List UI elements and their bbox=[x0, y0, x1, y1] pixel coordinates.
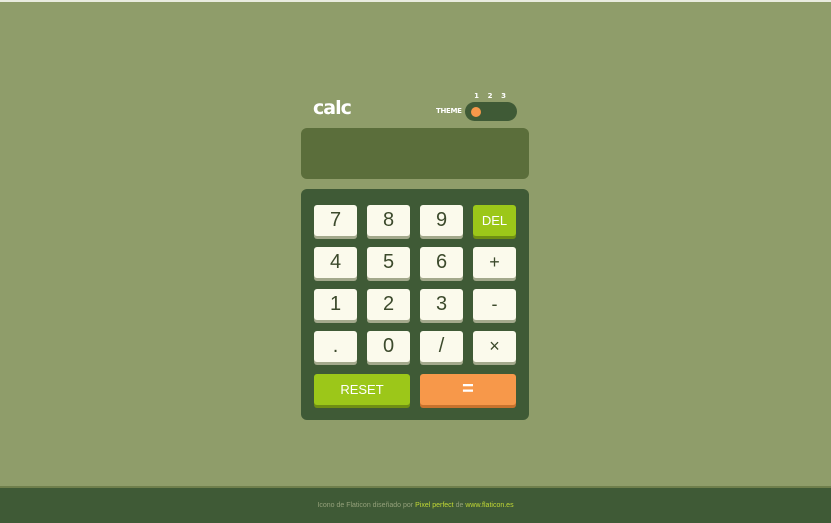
theme-option-3[interactable]: 3 bbox=[497, 92, 510, 102]
app-title: calc bbox=[313, 97, 352, 119]
equals-button[interactable]: = bbox=[420, 374, 516, 405]
key-8[interactable]: 8 bbox=[367, 205, 410, 236]
multiply-button[interactable]: × bbox=[473, 331, 516, 362]
delete-button[interactable]: DEL bbox=[473, 205, 516, 236]
decimal-button[interactable]: . bbox=[314, 331, 357, 362]
top-border bbox=[0, 0, 831, 2]
key-2[interactable]: 2 bbox=[367, 289, 410, 320]
key-3[interactable]: 3 bbox=[420, 289, 463, 320]
calculator: calc THEME 1 2 3 7 8 9 DEL 4 5 6 + 1 2 3… bbox=[301, 92, 529, 420]
theme-toggle[interactable] bbox=[465, 102, 517, 121]
key-4[interactable]: 4 bbox=[314, 247, 357, 278]
reset-button[interactable]: RESET bbox=[314, 374, 410, 405]
theme-option-2[interactable]: 2 bbox=[484, 92, 497, 102]
theme-label: THEME bbox=[436, 107, 462, 115]
footer-credit-connector: de bbox=[455, 502, 464, 509]
theme-toggle-knob[interactable] bbox=[471, 107, 481, 117]
divide-button[interactable]: / bbox=[420, 331, 463, 362]
key-7[interactable]: 7 bbox=[314, 205, 357, 236]
display-screen bbox=[301, 128, 529, 179]
theme-option-1[interactable]: 1 bbox=[470, 92, 483, 102]
key-9[interactable]: 9 bbox=[420, 205, 463, 236]
footer-author-link[interactable]: Pixel perfect bbox=[415, 502, 454, 509]
footer: Icono de Flaticon diseñado por Pixel per… bbox=[0, 486, 831, 523]
key-0[interactable]: 0 bbox=[367, 331, 410, 362]
key-1[interactable]: 1 bbox=[314, 289, 357, 320]
calculator-header: calc THEME 1 2 3 bbox=[301, 92, 529, 128]
keypad: 7 8 9 DEL 4 5 6 + 1 2 3 - . 0 / × RESET … bbox=[301, 189, 529, 420]
key-5[interactable]: 5 bbox=[367, 247, 410, 278]
footer-site-link[interactable]: www.flaticon.es bbox=[465, 502, 513, 509]
plus-button[interactable]: + bbox=[473, 247, 516, 278]
footer-credit-text: Icono de Flaticon diseñado por bbox=[317, 502, 414, 509]
key-6[interactable]: 6 bbox=[420, 247, 463, 278]
minus-button[interactable]: - bbox=[473, 289, 516, 320]
theme-options: 1 2 3 bbox=[470, 92, 510, 102]
